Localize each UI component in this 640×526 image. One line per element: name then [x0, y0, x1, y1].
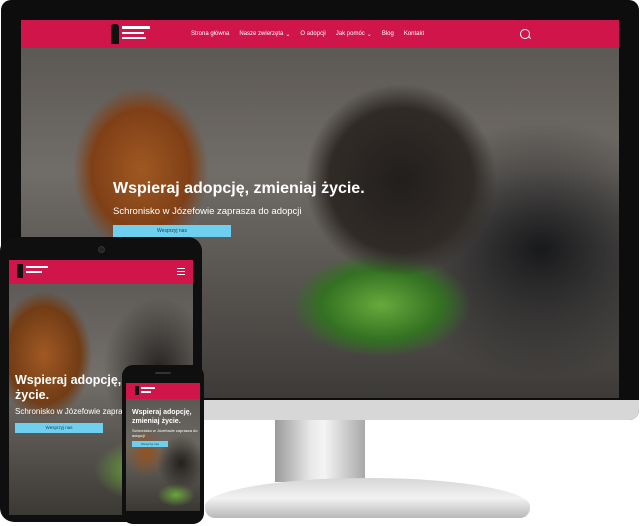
hero-subtitle: Schronisko w Józefowie zaprasza do adopc…: [132, 428, 198, 438]
hero-title: Wspieraj adopcję, zmieniaj życie.: [132, 409, 192, 425]
logo-mark-icon: [111, 24, 119, 44]
nav-item-blog[interactable]: Blog: [382, 31, 394, 37]
shelter-logo[interactable]: [111, 24, 155, 44]
camera-icon: [98, 246, 105, 253]
main-nav: Strona główna Nasze zwierzęta ⌄ O adopcji…: [191, 20, 424, 48]
hamburger-icon[interactable]: [177, 268, 185, 275]
support-button[interactable]: Wesprzyj nas: [15, 423, 103, 433]
support-button[interactable]: Wesprzyj nas: [113, 225, 231, 237]
hero-subtitle: Schronisko w Józefowie zaprasza do adopc…: [113, 206, 302, 217]
logo-mark-icon[interactable]: [135, 386, 139, 395]
nav-item-animals[interactable]: Nasze zwierzęta ⌄: [239, 31, 290, 38]
phone-mockup: Wspieraj adopcję, zmieniaj życie. Schron…: [122, 365, 204, 524]
search-icon[interactable]: [520, 29, 530, 39]
nav-item-contact[interactable]: Kontakt: [404, 31, 424, 37]
nav-item-adoption[interactable]: O adopcji: [300, 31, 325, 37]
nav-item-how-to-help[interactable]: Jak pomóc ⌄: [336, 31, 372, 38]
hero-title: Wspieraj adopcję, zmieniaj życie.: [113, 180, 365, 197]
phone-header: [126, 383, 200, 399]
hero-subtitle: Schronisko w Józefowie zaprasza: [15, 407, 136, 416]
monitor-stand-base: [205, 478, 530, 518]
desktop-header: Strona główna Nasze zwierzęta ⌄ O adopcji…: [21, 20, 619, 48]
phone-screen: Wspieraj adopcję, zmieniaj życie. Schron…: [126, 383, 200, 511]
monitor-stand-neck: [275, 420, 365, 482]
speaker-icon: [155, 372, 171, 374]
logo-mark-icon[interactable]: [17, 264, 23, 278]
tablet-header: [9, 260, 193, 284]
chevron-down-icon: ⌄: [285, 31, 291, 38]
support-button[interactable]: Wesprzyj nas: [132, 441, 168, 447]
hero-dog-photo: [126, 383, 200, 511]
chevron-down-icon: ⌄: [366, 31, 372, 38]
nav-item-home[interactable]: Strona główna: [191, 31, 229, 37]
